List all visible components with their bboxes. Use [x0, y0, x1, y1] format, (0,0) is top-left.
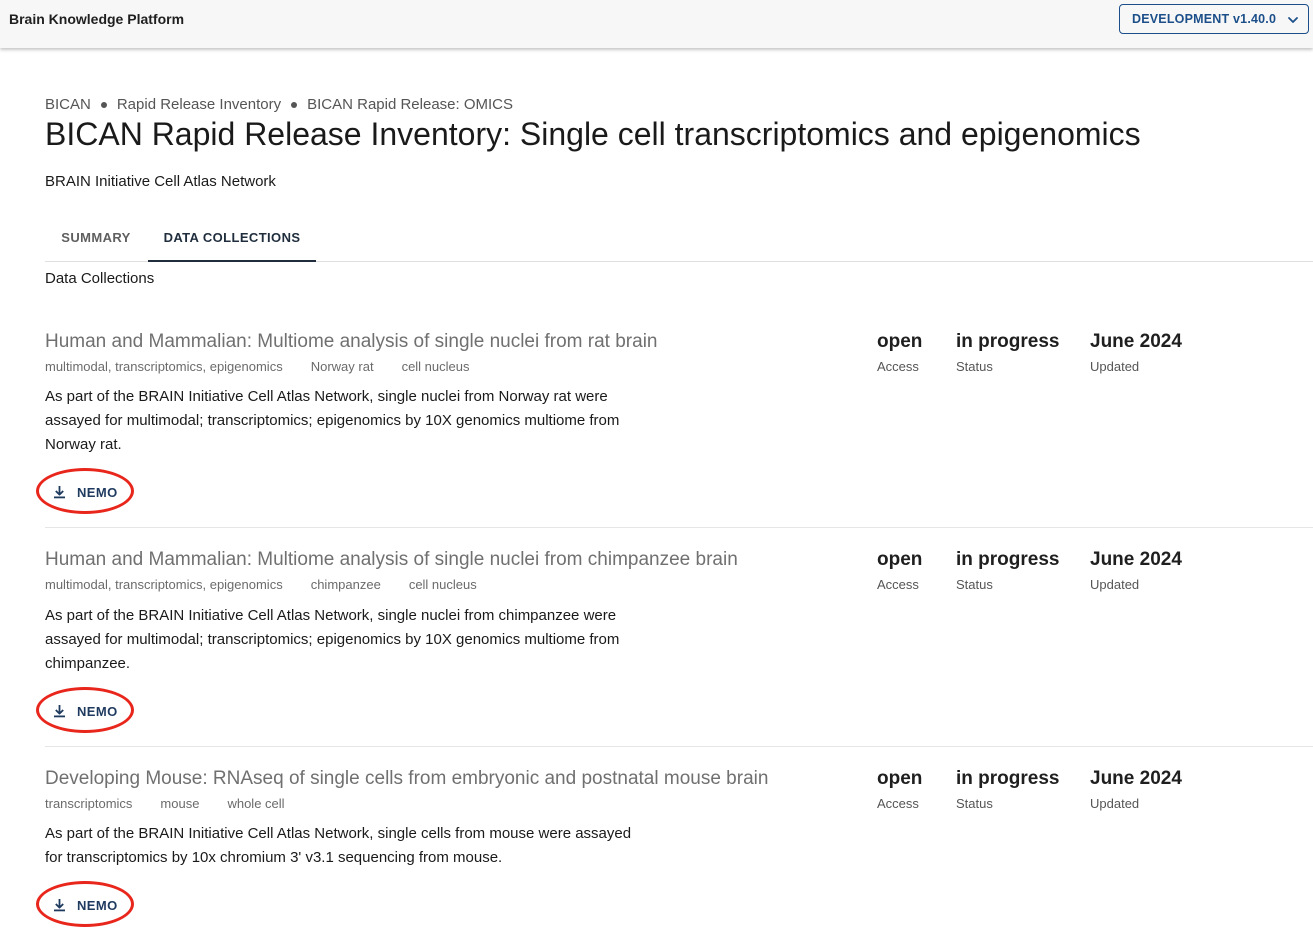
- collection-card: Developing Mouse: RNAseq of single cells…: [36, 768, 1313, 928]
- tag-species: chimpanzee: [310, 577, 381, 592]
- nemo-download-button[interactable]: NEMO: [36, 687, 137, 733]
- status-value: in progress: [956, 549, 1060, 570]
- collection-card: Human and Mammalian: Multiome analysis o…: [36, 549, 1313, 747]
- collection-tags: multimodal, transcriptomics, epigenomics…: [45, 359, 498, 374]
- page-title: BICAN Rapid Release Inventory: Single ce…: [45, 116, 1141, 152]
- tag-technique: multimodal, transcriptomics, epigenomics: [45, 359, 283, 374]
- section-label: Data Collections: [45, 270, 155, 287]
- download-icon: [54, 486, 65, 499]
- tag-sample-type: cell nucleus: [408, 577, 477, 592]
- updated-label: Updated: [1090, 796, 1140, 811]
- top-app-bar: Brain Knowledge Platform DEVELOPMENT v1.…: [0, 0, 1313, 48]
- app-title[interactable]: Brain Knowledge Platform: [9, 11, 184, 27]
- access-stat: open Access: [877, 549, 922, 592]
- access-label: Access: [877, 577, 919, 592]
- status-label: Status: [956, 359, 993, 374]
- collection-title[interactable]: Human and Mammalian: Multiome analysis o…: [45, 331, 657, 353]
- collection-title[interactable]: Developing Mouse: RNAseq of single cells…: [45, 768, 768, 790]
- status-stat: in progress Status: [956, 331, 1059, 374]
- nemo-label: NEMO: [77, 484, 118, 500]
- updated-value: June 2024: [1090, 549, 1182, 570]
- breadcrumb-separator: [100, 101, 107, 108]
- collection-title[interactable]: Human and Mammalian: Multiome analysis o…: [45, 549, 738, 571]
- collection-tags: multimodal, transcriptomics, epigenomics…: [45, 577, 505, 592]
- breadcrumb-item-inventory[interactable]: Rapid Release Inventory: [117, 96, 281, 113]
- collection-description: As part of the BRAIN Initiative Cell Atl…: [45, 388, 620, 453]
- access-label: Access: [877, 796, 919, 811]
- environment-label: DEVELOPMENT v1.40.0: [1132, 12, 1277, 26]
- nemo-label: NEMO: [77, 703, 118, 719]
- status-stat: in progress Status: [956, 768, 1059, 811]
- nemo-label: NEMO: [77, 897, 118, 913]
- tag-technique: multimodal, transcriptomics, epigenomics: [45, 577, 283, 592]
- environment-select[interactable]: DEVELOPMENT v1.40.0: [1119, 4, 1309, 34]
- tag-sample-type: whole cell: [227, 796, 285, 811]
- access-stat: open Access: [877, 331, 922, 374]
- updated-label: Updated: [1090, 577, 1140, 592]
- tag-sample-type: cell nucleus: [401, 359, 470, 374]
- chevron-down-icon: [1288, 17, 1298, 23]
- nemo-download-button[interactable]: NEMO: [36, 468, 137, 514]
- access-stat: open Access: [877, 768, 922, 811]
- access-value: open: [877, 768, 923, 789]
- updated-stat: June 2024 Updated: [1090, 549, 1182, 592]
- collection-description: As part of the BRAIN Initiative Cell Atl…: [45, 825, 632, 866]
- tag-technique: transcriptomics: [45, 796, 133, 811]
- breadcrumb: BICAN Rapid Release Inventory BICAN Rapi…: [45, 96, 513, 113]
- tab-bar: SUMMARY DATA COLLECTIONS: [45, 215, 1313, 262]
- status-label: Status: [956, 577, 993, 592]
- status-value: in progress: [956, 768, 1060, 789]
- download-icon: [54, 705, 65, 718]
- updated-stat: June 2024 Updated: [1090, 331, 1182, 374]
- access-label: Access: [877, 359, 919, 374]
- updated-label: Updated: [1090, 359, 1140, 374]
- tab-data-collections[interactable]: DATA COLLECTIONS: [148, 215, 316, 262]
- collection-tags: transcriptomics mouse whole cell: [45, 796, 313, 811]
- tab-summary[interactable]: SUMMARY: [45, 215, 147, 262]
- breadcrumb-item-bican[interactable]: BICAN: [45, 96, 91, 113]
- access-value: open: [877, 549, 923, 570]
- breadcrumb-item-omics[interactable]: BICAN Rapid Release: OMICS: [307, 96, 513, 113]
- status-label: Status: [956, 796, 993, 811]
- updated-stat: June 2024 Updated: [1090, 768, 1182, 811]
- breadcrumb-separator: [291, 101, 298, 108]
- status-stat: in progress Status: [956, 549, 1059, 592]
- tag-species: mouse: [160, 796, 200, 811]
- updated-value: June 2024: [1090, 768, 1182, 789]
- tag-species: Norway rat: [310, 359, 374, 374]
- page-subtitle: BRAIN Initiative Cell Atlas Network: [45, 173, 276, 190]
- download-icon: [54, 899, 65, 912]
- status-value: in progress: [956, 331, 1060, 352]
- nemo-download-button[interactable]: NEMO: [36, 881, 137, 927]
- updated-value: June 2024: [1090, 331, 1182, 352]
- collection-card: Human and Mammalian: Multiome analysis o…: [36, 331, 1313, 528]
- access-value: open: [877, 331, 923, 352]
- collection-description: As part of the BRAIN Initiative Cell Atl…: [45, 607, 620, 672]
